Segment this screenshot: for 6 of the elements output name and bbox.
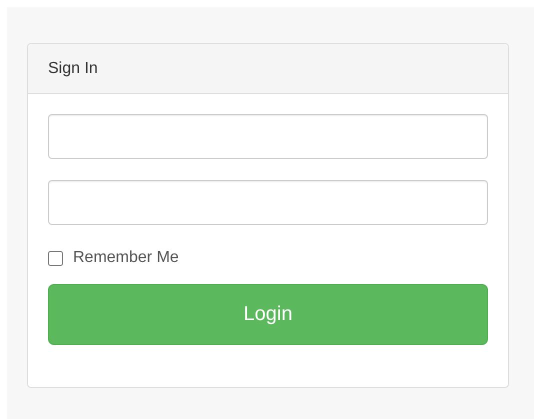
panel-title: Sign In (28, 44, 508, 94)
input-field[interactable] (48, 114, 488, 159)
checkbox-label: Remember Me (73, 249, 179, 267)
input-field[interactable] (48, 180, 488, 225)
login-button[interactable]: Login (48, 284, 488, 345)
remember-checkbox[interactable] (48, 250, 63, 266)
